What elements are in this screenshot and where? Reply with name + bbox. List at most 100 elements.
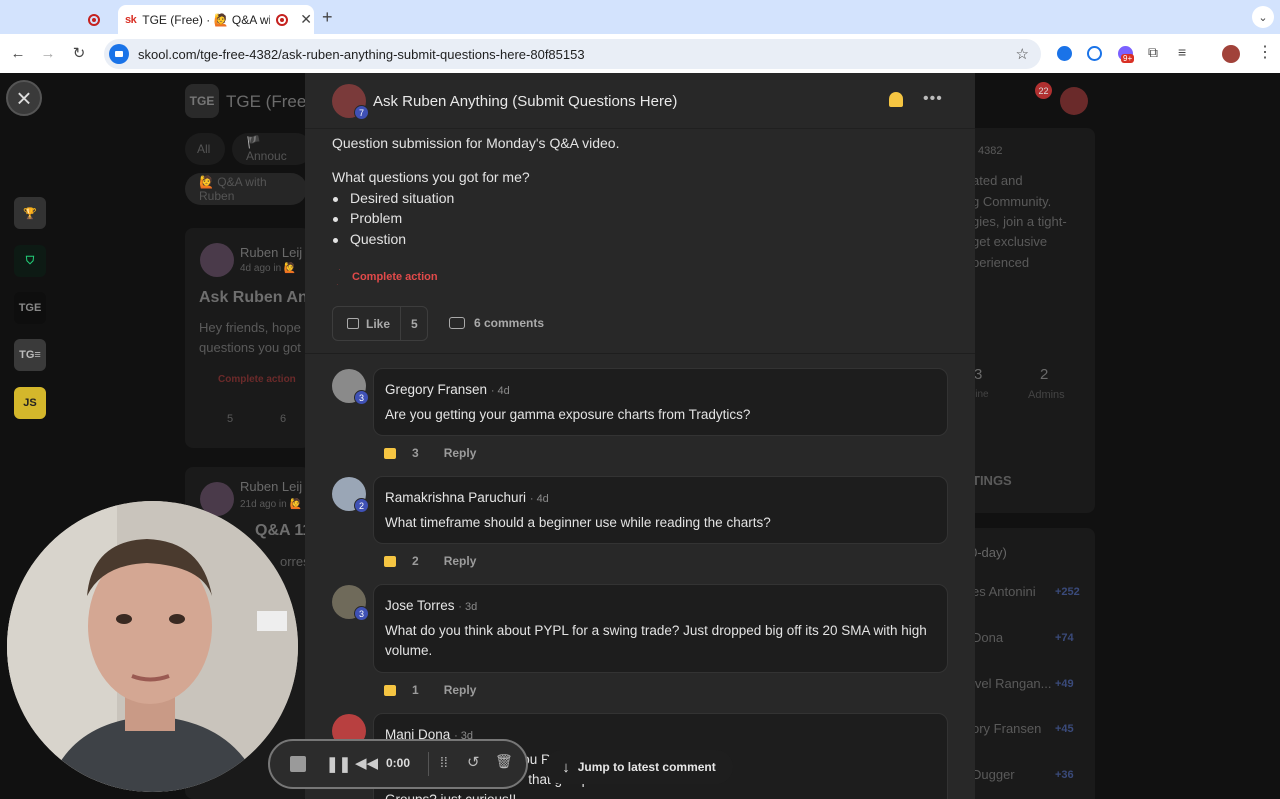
- settings-button[interactable]: TINGS: [972, 473, 1012, 488]
- comment-like-count: 1: [412, 683, 419, 697]
- rewind-icon[interactable]: ◀◀: [355, 754, 378, 772]
- thumbs-up-icon[interactable]: [384, 684, 396, 696]
- side-app-tge-free[interactable]: TG≡: [14, 339, 46, 371]
- comment-like-count: 3: [412, 446, 419, 460]
- modal-header: 7 Ask Ruben Anything (Submit Questions H…: [305, 73, 975, 129]
- level-badge: 3: [354, 606, 369, 621]
- filter-chip-all[interactable]: All: [185, 133, 225, 165]
- level-badge: 2: [354, 498, 369, 513]
- jump-to-latest-button[interactable]: ↓ Jump to latest comment: [545, 750, 733, 784]
- more-options-icon[interactable]: •••: [923, 90, 943, 108]
- comment-author[interactable]: Ramakrishna Paruchuri · 4d: [385, 490, 549, 505]
- address-bar[interactable]: skool.com/tge-free-4382/ask-ruben-anythi…: [104, 39, 1041, 69]
- tab-search-icon[interactable]: ⌄: [1252, 6, 1274, 28]
- like-control: Like 5: [332, 306, 428, 341]
- side-app-icon[interactable]: 🏆: [14, 197, 46, 229]
- pause-icon[interactable]: ❚❚: [326, 755, 351, 773]
- grid-icon[interactable]: ⁞⁞: [440, 754, 448, 770]
- comment-author[interactable]: Jose Torres · 3d: [385, 598, 477, 613]
- post-card[interactable]: Ruben Leij 4d ago in 🙋 Ask Ruben An Hey …: [185, 228, 310, 448]
- avatar: [200, 243, 234, 277]
- thumbs-up-icon: [347, 318, 359, 329]
- stat-label: line: [973, 389, 989, 400]
- comment-actions: 3 Reply: [384, 446, 476, 460]
- reload-icon[interactable]: ↻: [68, 42, 90, 64]
- leaderboard-name: ivel Rangan...: [972, 676, 1052, 691]
- extension-icon[interactable]: [1057, 46, 1072, 61]
- forward-icon[interactable]: →: [37, 42, 59, 64]
- recording-controls: ❚❚ ◀◀ 0:00 ⁞⁞ ↺ 🗑: [268, 739, 528, 789]
- bell-icon[interactable]: [889, 92, 903, 107]
- restart-icon[interactable]: ↺: [467, 753, 480, 771]
- side-app-icon[interactable]: ⛉: [14, 245, 46, 277]
- stop-recording-icon[interactable]: [290, 756, 306, 772]
- comment-text: Groups? just curious!!: [385, 790, 940, 799]
- profile-avatar[interactable]: [1222, 45, 1240, 63]
- complete-action-label: Complete action: [352, 271, 438, 283]
- leaderboard-points: +45: [1055, 723, 1074, 735]
- like-label: Like: [366, 316, 391, 331]
- about-line: gies, join a tight-: [972, 214, 1067, 229]
- post-title: Ask Ruben Anything (Submit Questions Her…: [373, 93, 678, 110]
- comment-text: What do you think about PYPL for a swing…: [385, 623, 927, 658]
- new-tab-icon[interactable]: +: [322, 7, 333, 28]
- thumbs-up-icon[interactable]: [384, 555, 396, 567]
- leaderboard-title: 0-day): [970, 545, 1007, 560]
- comment-text: What timeframe should a beginner use whi…: [385, 515, 771, 530]
- comment-icon: [449, 317, 465, 329]
- about-line: ated and: [972, 173, 1023, 188]
- like-button[interactable]: Like: [333, 307, 401, 340]
- webcam-bubble[interactable]: [7, 501, 298, 792]
- reply-button[interactable]: Reply: [444, 446, 477, 460]
- group-name[interactable]: TGE (Free): [226, 92, 312, 112]
- comment-author[interactable]: Gregory Fransen · 4d: [385, 382, 510, 397]
- group-logo[interactable]: TGE: [185, 84, 219, 118]
- side-app-tge[interactable]: TGE: [14, 292, 46, 324]
- about-line: g Community.: [972, 194, 1052, 209]
- reply-button[interactable]: Reply: [444, 683, 477, 697]
- post-author: Ruben Leij: [240, 245, 303, 260]
- post-likes: 5: [227, 413, 234, 425]
- extension-icon[interactable]: [1087, 46, 1102, 61]
- notification-badge: 22: [1035, 82, 1052, 99]
- leaderboard-name: Dugger: [972, 767, 1015, 782]
- post-title: Ask Ruben An: [199, 289, 308, 306]
- comment-bubble: Jose Torres · 3d What do you think about…: [373, 584, 948, 673]
- tab-close-icon[interactable]: ✕: [300, 11, 312, 28]
- post-meta: 21d ago in 🙋: [240, 499, 302, 510]
- back-icon[interactable]: ←: [7, 42, 29, 64]
- user-avatar[interactable]: [1060, 87, 1088, 115]
- extension-badge: 9+: [1121, 54, 1135, 63]
- comments-count-button[interactable]: 6 comments: [449, 316, 544, 330]
- leaderboard-name: es Antonini: [972, 584, 1036, 599]
- menu-kebab-icon[interactable]: ⋮: [1257, 42, 1273, 62]
- level-badge: 3: [354, 390, 369, 405]
- thumbs-up-icon[interactable]: [384, 447, 396, 459]
- divider: [428, 752, 429, 776]
- tab-title: TGE (Free) · 🙋 Q&A with: [142, 12, 271, 27]
- record-icon: [276, 13, 289, 26]
- complete-action-button[interactable]: Complete action: [332, 269, 438, 285]
- bookmark-star-icon[interactable]: ☆: [1016, 45, 1029, 63]
- post-question: What questions you got for me?: [332, 169, 530, 185]
- comment-actions: 1 Reply: [384, 683, 476, 697]
- post-action: Complete action: [218, 374, 296, 385]
- like-count[interactable]: 5: [401, 317, 418, 331]
- browser-tab-recording[interactable]: [78, 5, 118, 34]
- about-line: get exclusive: [972, 234, 1048, 249]
- delete-icon[interactable]: 🗑: [495, 753, 513, 770]
- comment-bubble: Gregory Fransen · 4d Are you getting you…: [373, 368, 948, 436]
- reply-button[interactable]: Reply: [444, 554, 477, 568]
- media-control-icon[interactable]: ≡: [1178, 44, 1186, 60]
- record-icon: [88, 13, 100, 26]
- comment-like-count: 2: [412, 554, 419, 568]
- close-modal-icon[interactable]: ×: [6, 80, 42, 116]
- browser-tab-active[interactable]: sk TGE (Free) · 🙋 Q&A with ✕: [118, 5, 314, 34]
- site-info-icon[interactable]: [109, 44, 129, 64]
- puzzle-icon[interactable]: ⧉: [1148, 44, 1158, 61]
- filter-chip-qa[interactable]: 🙋 Q&A with Ruben: [185, 173, 307, 205]
- jump-label: Jump to latest comment: [577, 760, 716, 774]
- filter-chip-announcements[interactable]: 🏴 Annouc: [232, 133, 312, 165]
- post-excerpt: Hey friends, hope: [199, 320, 301, 335]
- side-app-js[interactable]: JS: [14, 387, 46, 419]
